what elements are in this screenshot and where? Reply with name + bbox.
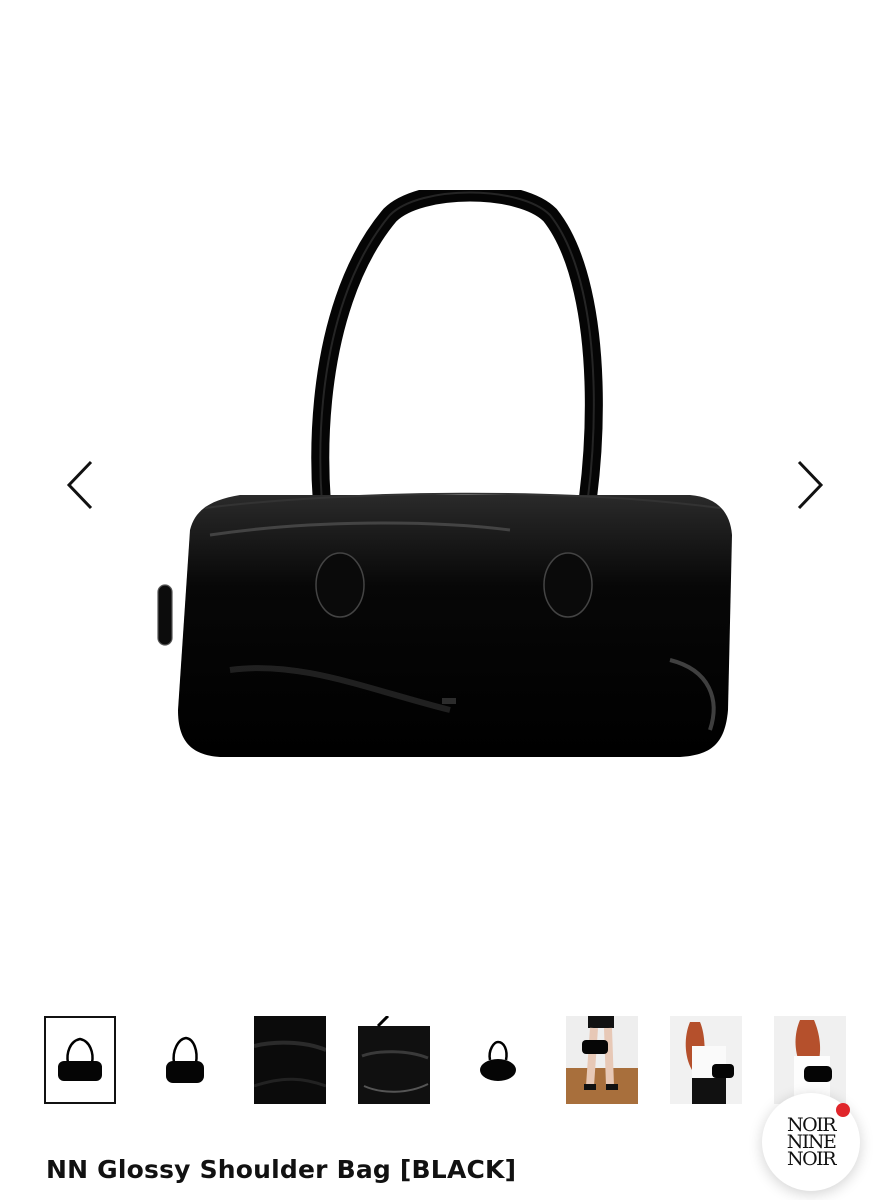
product-main-image[interactable] — [150, 183, 750, 780]
bag-illustration — [157, 183, 732, 757]
thumb-model-carry[interactable] — [774, 1016, 846, 1104]
chevron-left-icon — [66, 460, 93, 510]
thumb-model-legs[interactable] — [566, 1016, 638, 1104]
chevron-right-icon — [797, 460, 824, 510]
thumb-bag-front[interactable] — [44, 1016, 116, 1104]
thumb-bag-mini[interactable] — [462, 1016, 534, 1104]
thumb-bag-interior[interactable] — [358, 1016, 430, 1104]
thumb-bag-closeup[interactable] — [254, 1016, 326, 1104]
brand-logo-line3: NOIR — [786, 1147, 837, 1170]
brand-badge-button[interactable]: NOIR NINE NOIR — [762, 1093, 860, 1191]
thumbnail-strip — [44, 1016, 854, 1106]
product-gallery — [0, 0, 891, 990]
notification-dot — [836, 1103, 850, 1117]
thumb-model-shoulder[interactable] — [670, 1016, 742, 1104]
gallery-next-button[interactable] — [790, 455, 830, 515]
product-title: NN Glossy Shoulder Bag [BLACK] — [46, 1155, 517, 1184]
gallery-prev-button[interactable] — [60, 455, 100, 515]
thumb-bag-angle[interactable] — [148, 1016, 220, 1104]
